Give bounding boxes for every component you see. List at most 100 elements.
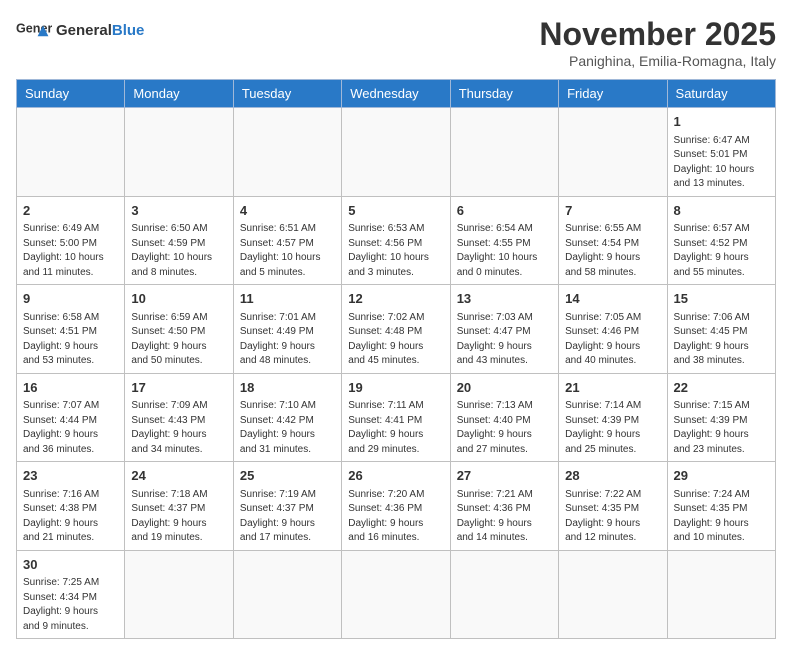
day-info: Sunrise: 7:20 AM Sunset: 4:36 PM Dayligh… (348, 488, 443, 546)
day-header-thursday: Thursday (450, 80, 558, 108)
day-cell: 24Sunrise: 7:18 AM Sunset: 4:37 PM Dayli… (125, 462, 233, 551)
day-cell: 4Sunrise: 6:51 AM Sunset: 4:57 PM Daylig… (233, 196, 341, 285)
day-cell: 5Sunrise: 6:53 AM Sunset: 4:56 PM Daylig… (342, 196, 450, 285)
day-info: Sunrise: 7:01 AM Sunset: 4:49 PM Dayligh… (240, 311, 335, 369)
day-info: Sunrise: 7:05 AM Sunset: 4:46 PM Dayligh… (565, 311, 660, 369)
day-number: 8 (674, 201, 769, 221)
day-number: 24 (131, 466, 226, 486)
day-info: Sunrise: 6:58 AM Sunset: 4:51 PM Dayligh… (23, 311, 118, 369)
week-row-3: 9Sunrise: 6:58 AM Sunset: 4:51 PM Daylig… (17, 285, 776, 374)
day-number: 22 (674, 378, 769, 398)
logo: General GeneralBlue (16, 16, 144, 44)
day-cell: 10Sunrise: 6:59 AM Sunset: 4:50 PM Dayli… (125, 285, 233, 374)
day-info: Sunrise: 7:06 AM Sunset: 4:45 PM Dayligh… (674, 311, 769, 369)
day-cell: 14Sunrise: 7:05 AM Sunset: 4:46 PM Dayli… (559, 285, 667, 374)
day-info: Sunrise: 6:59 AM Sunset: 4:50 PM Dayligh… (131, 311, 226, 369)
day-number: 20 (457, 378, 552, 398)
day-info: Sunrise: 7:09 AM Sunset: 4:43 PM Dayligh… (131, 399, 226, 457)
logo-icon: General (16, 16, 52, 44)
day-number: 3 (131, 201, 226, 221)
day-number: 21 (565, 378, 660, 398)
day-info: Sunrise: 7:21 AM Sunset: 4:36 PM Dayligh… (457, 488, 552, 546)
day-info: Sunrise: 6:53 AM Sunset: 4:56 PM Dayligh… (348, 222, 443, 280)
day-cell: 21Sunrise: 7:14 AM Sunset: 4:39 PM Dayli… (559, 373, 667, 462)
day-cell: 20Sunrise: 7:13 AM Sunset: 4:40 PM Dayli… (450, 373, 558, 462)
day-cell: 13Sunrise: 7:03 AM Sunset: 4:47 PM Dayli… (450, 285, 558, 374)
day-cell: 6Sunrise: 6:54 AM Sunset: 4:55 PM Daylig… (450, 196, 558, 285)
day-cell (342, 108, 450, 197)
header: General GeneralBlue November 2025 Panigh… (16, 16, 776, 69)
day-cell (450, 108, 558, 197)
day-cell: 7Sunrise: 6:55 AM Sunset: 4:54 PM Daylig… (559, 196, 667, 285)
day-cell: 29Sunrise: 7:24 AM Sunset: 4:35 PM Dayli… (667, 462, 775, 551)
day-info: Sunrise: 6:55 AM Sunset: 4:54 PM Dayligh… (565, 222, 660, 280)
day-info: Sunrise: 7:25 AM Sunset: 4:34 PM Dayligh… (23, 576, 118, 634)
day-number: 2 (23, 201, 118, 221)
week-row-2: 2Sunrise: 6:49 AM Sunset: 5:00 PM Daylig… (17, 196, 776, 285)
day-number: 30 (23, 555, 118, 575)
day-cell (233, 108, 341, 197)
day-info: Sunrise: 7:13 AM Sunset: 4:40 PM Dayligh… (457, 399, 552, 457)
day-info: Sunrise: 7:24 AM Sunset: 4:35 PM Dayligh… (674, 488, 769, 546)
day-number: 26 (348, 466, 443, 486)
day-number: 9 (23, 289, 118, 309)
day-cell: 23Sunrise: 7:16 AM Sunset: 4:38 PM Dayli… (17, 462, 125, 551)
day-header-saturday: Saturday (667, 80, 775, 108)
day-cell: 19Sunrise: 7:11 AM Sunset: 4:41 PM Dayli… (342, 373, 450, 462)
day-info: Sunrise: 7:18 AM Sunset: 4:37 PM Dayligh… (131, 488, 226, 546)
day-header-monday: Monday (125, 80, 233, 108)
logo-text: GeneralBlue (56, 22, 144, 39)
day-info: Sunrise: 7:22 AM Sunset: 4:35 PM Dayligh… (565, 488, 660, 546)
title-area: November 2025 Panighina, Emilia-Romagna,… (539, 16, 776, 69)
day-cell: 16Sunrise: 7:07 AM Sunset: 4:44 PM Dayli… (17, 373, 125, 462)
day-cell (233, 550, 341, 639)
day-cell (125, 550, 233, 639)
day-number: 14 (565, 289, 660, 309)
day-cell (559, 108, 667, 197)
month-title: November 2025 (539, 16, 776, 53)
day-cell: 1Sunrise: 6:47 AM Sunset: 5:01 PM Daylig… (667, 108, 775, 197)
day-cell: 3Sunrise: 6:50 AM Sunset: 4:59 PM Daylig… (125, 196, 233, 285)
day-cell (667, 550, 775, 639)
day-info: Sunrise: 6:50 AM Sunset: 4:59 PM Dayligh… (131, 222, 226, 280)
day-number: 11 (240, 289, 335, 309)
day-info: Sunrise: 7:11 AM Sunset: 4:41 PM Dayligh… (348, 399, 443, 457)
day-number: 25 (240, 466, 335, 486)
day-cell: 22Sunrise: 7:15 AM Sunset: 4:39 PM Dayli… (667, 373, 775, 462)
location-subtitle: Panighina, Emilia-Romagna, Italy (539, 53, 776, 69)
day-cell: 18Sunrise: 7:10 AM Sunset: 4:42 PM Dayli… (233, 373, 341, 462)
day-cell: 26Sunrise: 7:20 AM Sunset: 4:36 PM Dayli… (342, 462, 450, 551)
day-cell: 28Sunrise: 7:22 AM Sunset: 4:35 PM Dayli… (559, 462, 667, 551)
day-info: Sunrise: 7:07 AM Sunset: 4:44 PM Dayligh… (23, 399, 118, 457)
day-number: 7 (565, 201, 660, 221)
day-cell: 9Sunrise: 6:58 AM Sunset: 4:51 PM Daylig… (17, 285, 125, 374)
day-header-tuesday: Tuesday (233, 80, 341, 108)
day-number: 16 (23, 378, 118, 398)
calendar-table: SundayMondayTuesdayWednesdayThursdayFrid… (16, 79, 776, 639)
day-header-sunday: Sunday (17, 80, 125, 108)
day-headers-row: SundayMondayTuesdayWednesdayThursdayFrid… (17, 80, 776, 108)
day-info: Sunrise: 7:02 AM Sunset: 4:48 PM Dayligh… (348, 311, 443, 369)
day-number: 28 (565, 466, 660, 486)
day-info: Sunrise: 7:16 AM Sunset: 4:38 PM Dayligh… (23, 488, 118, 546)
day-cell (17, 108, 125, 197)
day-number: 17 (131, 378, 226, 398)
day-info: Sunrise: 7:19 AM Sunset: 4:37 PM Dayligh… (240, 488, 335, 546)
day-cell: 12Sunrise: 7:02 AM Sunset: 4:48 PM Dayli… (342, 285, 450, 374)
day-number: 1 (674, 112, 769, 132)
day-header-wednesday: Wednesday (342, 80, 450, 108)
week-row-6: 30Sunrise: 7:25 AM Sunset: 4:34 PM Dayli… (17, 550, 776, 639)
day-cell (450, 550, 558, 639)
day-info: Sunrise: 7:14 AM Sunset: 4:39 PM Dayligh… (565, 399, 660, 457)
day-info: Sunrise: 6:54 AM Sunset: 4:55 PM Dayligh… (457, 222, 552, 280)
day-info: Sunrise: 7:10 AM Sunset: 4:42 PM Dayligh… (240, 399, 335, 457)
day-number: 10 (131, 289, 226, 309)
day-number: 23 (23, 466, 118, 486)
day-number: 18 (240, 378, 335, 398)
day-cell: 27Sunrise: 7:21 AM Sunset: 4:36 PM Dayli… (450, 462, 558, 551)
day-number: 6 (457, 201, 552, 221)
day-cell (342, 550, 450, 639)
day-number: 12 (348, 289, 443, 309)
day-cell: 15Sunrise: 7:06 AM Sunset: 4:45 PM Dayli… (667, 285, 775, 374)
day-number: 5 (348, 201, 443, 221)
